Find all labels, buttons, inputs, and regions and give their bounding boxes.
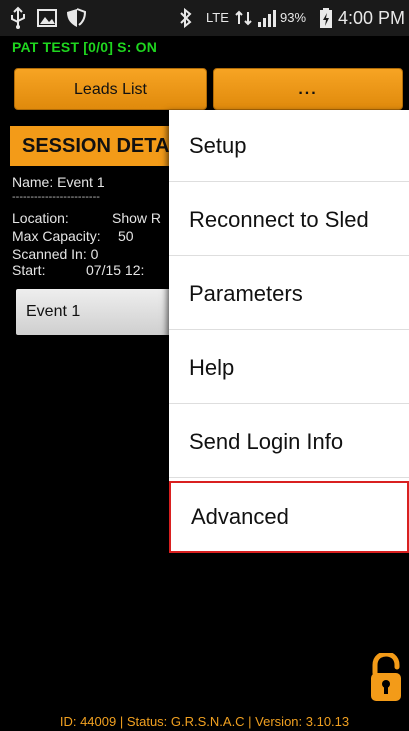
leads-list-button[interactable]: Leads List — [14, 68, 207, 110]
unlock-icon[interactable] — [369, 653, 403, 703]
lte-label: LTE — [206, 10, 229, 25]
lte-data-icon — [235, 10, 252, 26]
menu-item-reconnect-to-sled[interactable]: Reconnect to Sled — [169, 184, 409, 256]
battery-percent: 93% — [280, 10, 307, 25]
max-capacity-row: Max Capacity: 50 — [12, 228, 134, 244]
battery-charging-icon — [320, 8, 332, 28]
usb-icon — [11, 6, 25, 29]
start-row: Start: 07/15 12: — [12, 262, 144, 278]
status-bar: LTE 93% 4:00 PM — [0, 0, 409, 36]
shield-icon — [67, 8, 87, 27]
max-capacity-value: 50 — [118, 228, 134, 244]
location-label: Location: — [12, 210, 69, 226]
status-time: 4:00 PM — [338, 8, 406, 28]
menu-item-setup[interactable]: Setup — [169, 110, 409, 182]
menu-item-advanced[interactable]: Advanced — [169, 481, 409, 553]
footer-status: ID: 44009 | Status: G.R.S.N.A.C | Versio… — [59, 714, 350, 729]
more-options-button[interactable]: ... — [213, 68, 403, 110]
scanned-in-value: 0 — [90, 246, 99, 262]
debug-status-line: PAT TEST [0/0] S: ON — [12, 39, 158, 55]
session-name: Name: Event 1 — [12, 174, 105, 190]
session-separator: ------------------------ — [12, 191, 100, 203]
menu-item-parameters[interactable]: Parameters — [169, 258, 409, 330]
signal-icon — [258, 10, 276, 27]
event-select-button[interactable]: Event 1 — [16, 289, 181, 335]
menu-item-help[interactable]: Help — [169, 332, 409, 404]
bluetooth-icon — [180, 7, 192, 29]
start-value: 07/15 12: — [86, 262, 145, 278]
scanned-in-row: Scanned In: 0 — [12, 246, 98, 262]
location-value: Show R — [112, 210, 162, 226]
overflow-menu: Setup Reconnect to Sled Parameters Help … — [169, 110, 409, 553]
gallery-icon — [37, 9, 57, 27]
max-capacity-label: Max Capacity: — [12, 228, 101, 244]
start-label: Start: — [12, 262, 46, 278]
menu-item-send-login-info[interactable]: Send Login Info — [169, 406, 409, 478]
scanned-in-label: Scanned In: — [12, 246, 87, 262]
session-details-header: SESSION DETA — [10, 126, 180, 166]
location-row: Location: Show R — [12, 210, 161, 226]
